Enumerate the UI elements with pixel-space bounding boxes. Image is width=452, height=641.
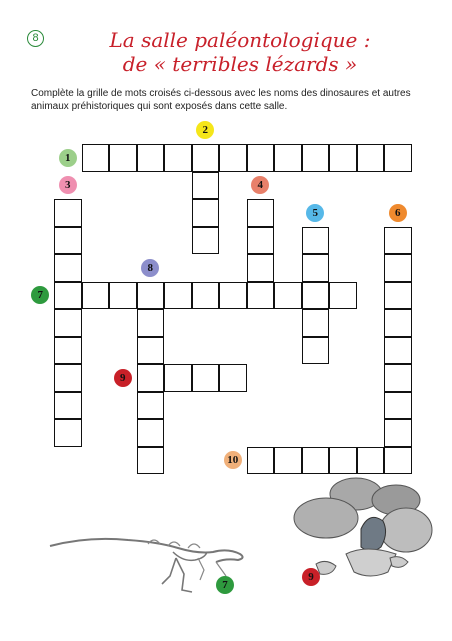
title-line-1: La salle paléontologique : bbox=[109, 28, 371, 52]
crossword-cell[interactable] bbox=[329, 281, 357, 309]
crossword-cell[interactable] bbox=[136, 419, 164, 447]
crossword-cell[interactable] bbox=[136, 364, 164, 392]
crossword-cell[interactable] bbox=[301, 281, 329, 309]
crossword-cell[interactable] bbox=[274, 446, 302, 474]
crossword-cell[interactable] bbox=[54, 419, 82, 447]
crossword-cell[interactable] bbox=[246, 254, 274, 282]
skeleton-marker-7: 7 bbox=[216, 576, 234, 594]
crossword-cell[interactable] bbox=[219, 144, 247, 172]
crossword-cell[interactable] bbox=[384, 281, 412, 309]
crossword-cell[interactable] bbox=[301, 144, 329, 172]
clue-marker-6: 6 bbox=[388, 203, 407, 222]
crossword-cell[interactable] bbox=[164, 364, 192, 392]
crossword-cell[interactable] bbox=[384, 364, 412, 392]
crossword-cell[interactable] bbox=[54, 391, 82, 419]
crossword-cell[interactable] bbox=[191, 144, 219, 172]
crossword-cell[interactable] bbox=[136, 144, 164, 172]
crossword-cell[interactable] bbox=[384, 419, 412, 447]
crossword-cell[interactable] bbox=[219, 364, 247, 392]
crossword-cell[interactable] bbox=[274, 144, 302, 172]
crossword-cell[interactable] bbox=[191, 226, 219, 254]
crossword-cell[interactable] bbox=[109, 144, 137, 172]
eggs-marker-9: 9 bbox=[302, 568, 320, 586]
crossword-cell[interactable] bbox=[54, 199, 82, 227]
crossword-cell[interactable] bbox=[54, 281, 82, 309]
crossword-cell[interactable] bbox=[54, 336, 82, 364]
crossword-cell[interactable] bbox=[54, 254, 82, 282]
crossword-cell[interactable] bbox=[301, 336, 329, 364]
crossword-cell[interactable] bbox=[246, 199, 274, 227]
crossword-cell[interactable] bbox=[384, 144, 412, 172]
crossword-cell[interactable] bbox=[246, 144, 274, 172]
crossword-cell[interactable] bbox=[301, 226, 329, 254]
page-number: 8 bbox=[27, 30, 44, 47]
page-title: La salle paléontologique : de « terrible… bbox=[60, 28, 420, 76]
crossword-cell[interactable] bbox=[384, 336, 412, 364]
crossword-cell[interactable] bbox=[191, 364, 219, 392]
crossword-cell[interactable] bbox=[246, 446, 274, 474]
clue-marker-10: 10 bbox=[223, 451, 242, 470]
crossword-cell[interactable] bbox=[329, 446, 357, 474]
crossword-cell[interactable] bbox=[384, 309, 412, 337]
crossword-cell[interactable] bbox=[301, 446, 329, 474]
crossword-cell[interactable] bbox=[329, 144, 357, 172]
crossword-cell[interactable] bbox=[384, 446, 412, 474]
clue-marker-9: 9 bbox=[113, 368, 132, 387]
crossword-cell[interactable] bbox=[136, 446, 164, 474]
crossword-cell[interactable] bbox=[136, 281, 164, 309]
crossword-cell[interactable] bbox=[164, 281, 192, 309]
instructions-text: Complète la grille de mots croisés ci-de… bbox=[31, 88, 411, 112]
crossword-cell[interactable] bbox=[81, 281, 109, 309]
crossword-cell[interactable] bbox=[164, 144, 192, 172]
clue-marker-4: 4 bbox=[251, 176, 270, 195]
crossword-cell[interactable] bbox=[246, 281, 274, 309]
title-line-2: de « terribles lézards » bbox=[122, 52, 358, 76]
crossword-cell[interactable] bbox=[191, 281, 219, 309]
crossword-cell[interactable] bbox=[246, 226, 274, 254]
crossword-cell[interactable] bbox=[81, 144, 109, 172]
crossword-cell[interactable] bbox=[136, 309, 164, 337]
clue-marker-2: 2 bbox=[196, 121, 215, 140]
crossword-cell[interactable] bbox=[384, 226, 412, 254]
crossword-cell[interactable] bbox=[384, 391, 412, 419]
clue-marker-1: 1 bbox=[58, 148, 77, 167]
crossword-cell[interactable] bbox=[54, 309, 82, 337]
crossword-cell[interactable] bbox=[219, 281, 247, 309]
clue-marker-7: 7 bbox=[31, 286, 50, 305]
crossword-cell[interactable] bbox=[301, 309, 329, 337]
clue-marker-8: 8 bbox=[141, 258, 160, 277]
crossword-cell[interactable] bbox=[356, 144, 384, 172]
crossword-cell[interactable] bbox=[274, 281, 302, 309]
crossword-cell[interactable] bbox=[301, 254, 329, 282]
crossword-cell[interactable] bbox=[136, 336, 164, 364]
crossword-cell[interactable] bbox=[109, 281, 137, 309]
clue-marker-5: 5 bbox=[306, 203, 325, 222]
crossword-cell[interactable] bbox=[54, 364, 82, 392]
crossword-cell[interactable] bbox=[136, 391, 164, 419]
crossword-cell[interactable] bbox=[54, 226, 82, 254]
clue-marker-3: 3 bbox=[58, 176, 77, 195]
crossword-cell[interactable] bbox=[384, 254, 412, 282]
crossword-cell[interactable] bbox=[356, 446, 384, 474]
crossword-cell[interactable] bbox=[191, 199, 219, 227]
crossword-cell[interactable] bbox=[191, 171, 219, 199]
